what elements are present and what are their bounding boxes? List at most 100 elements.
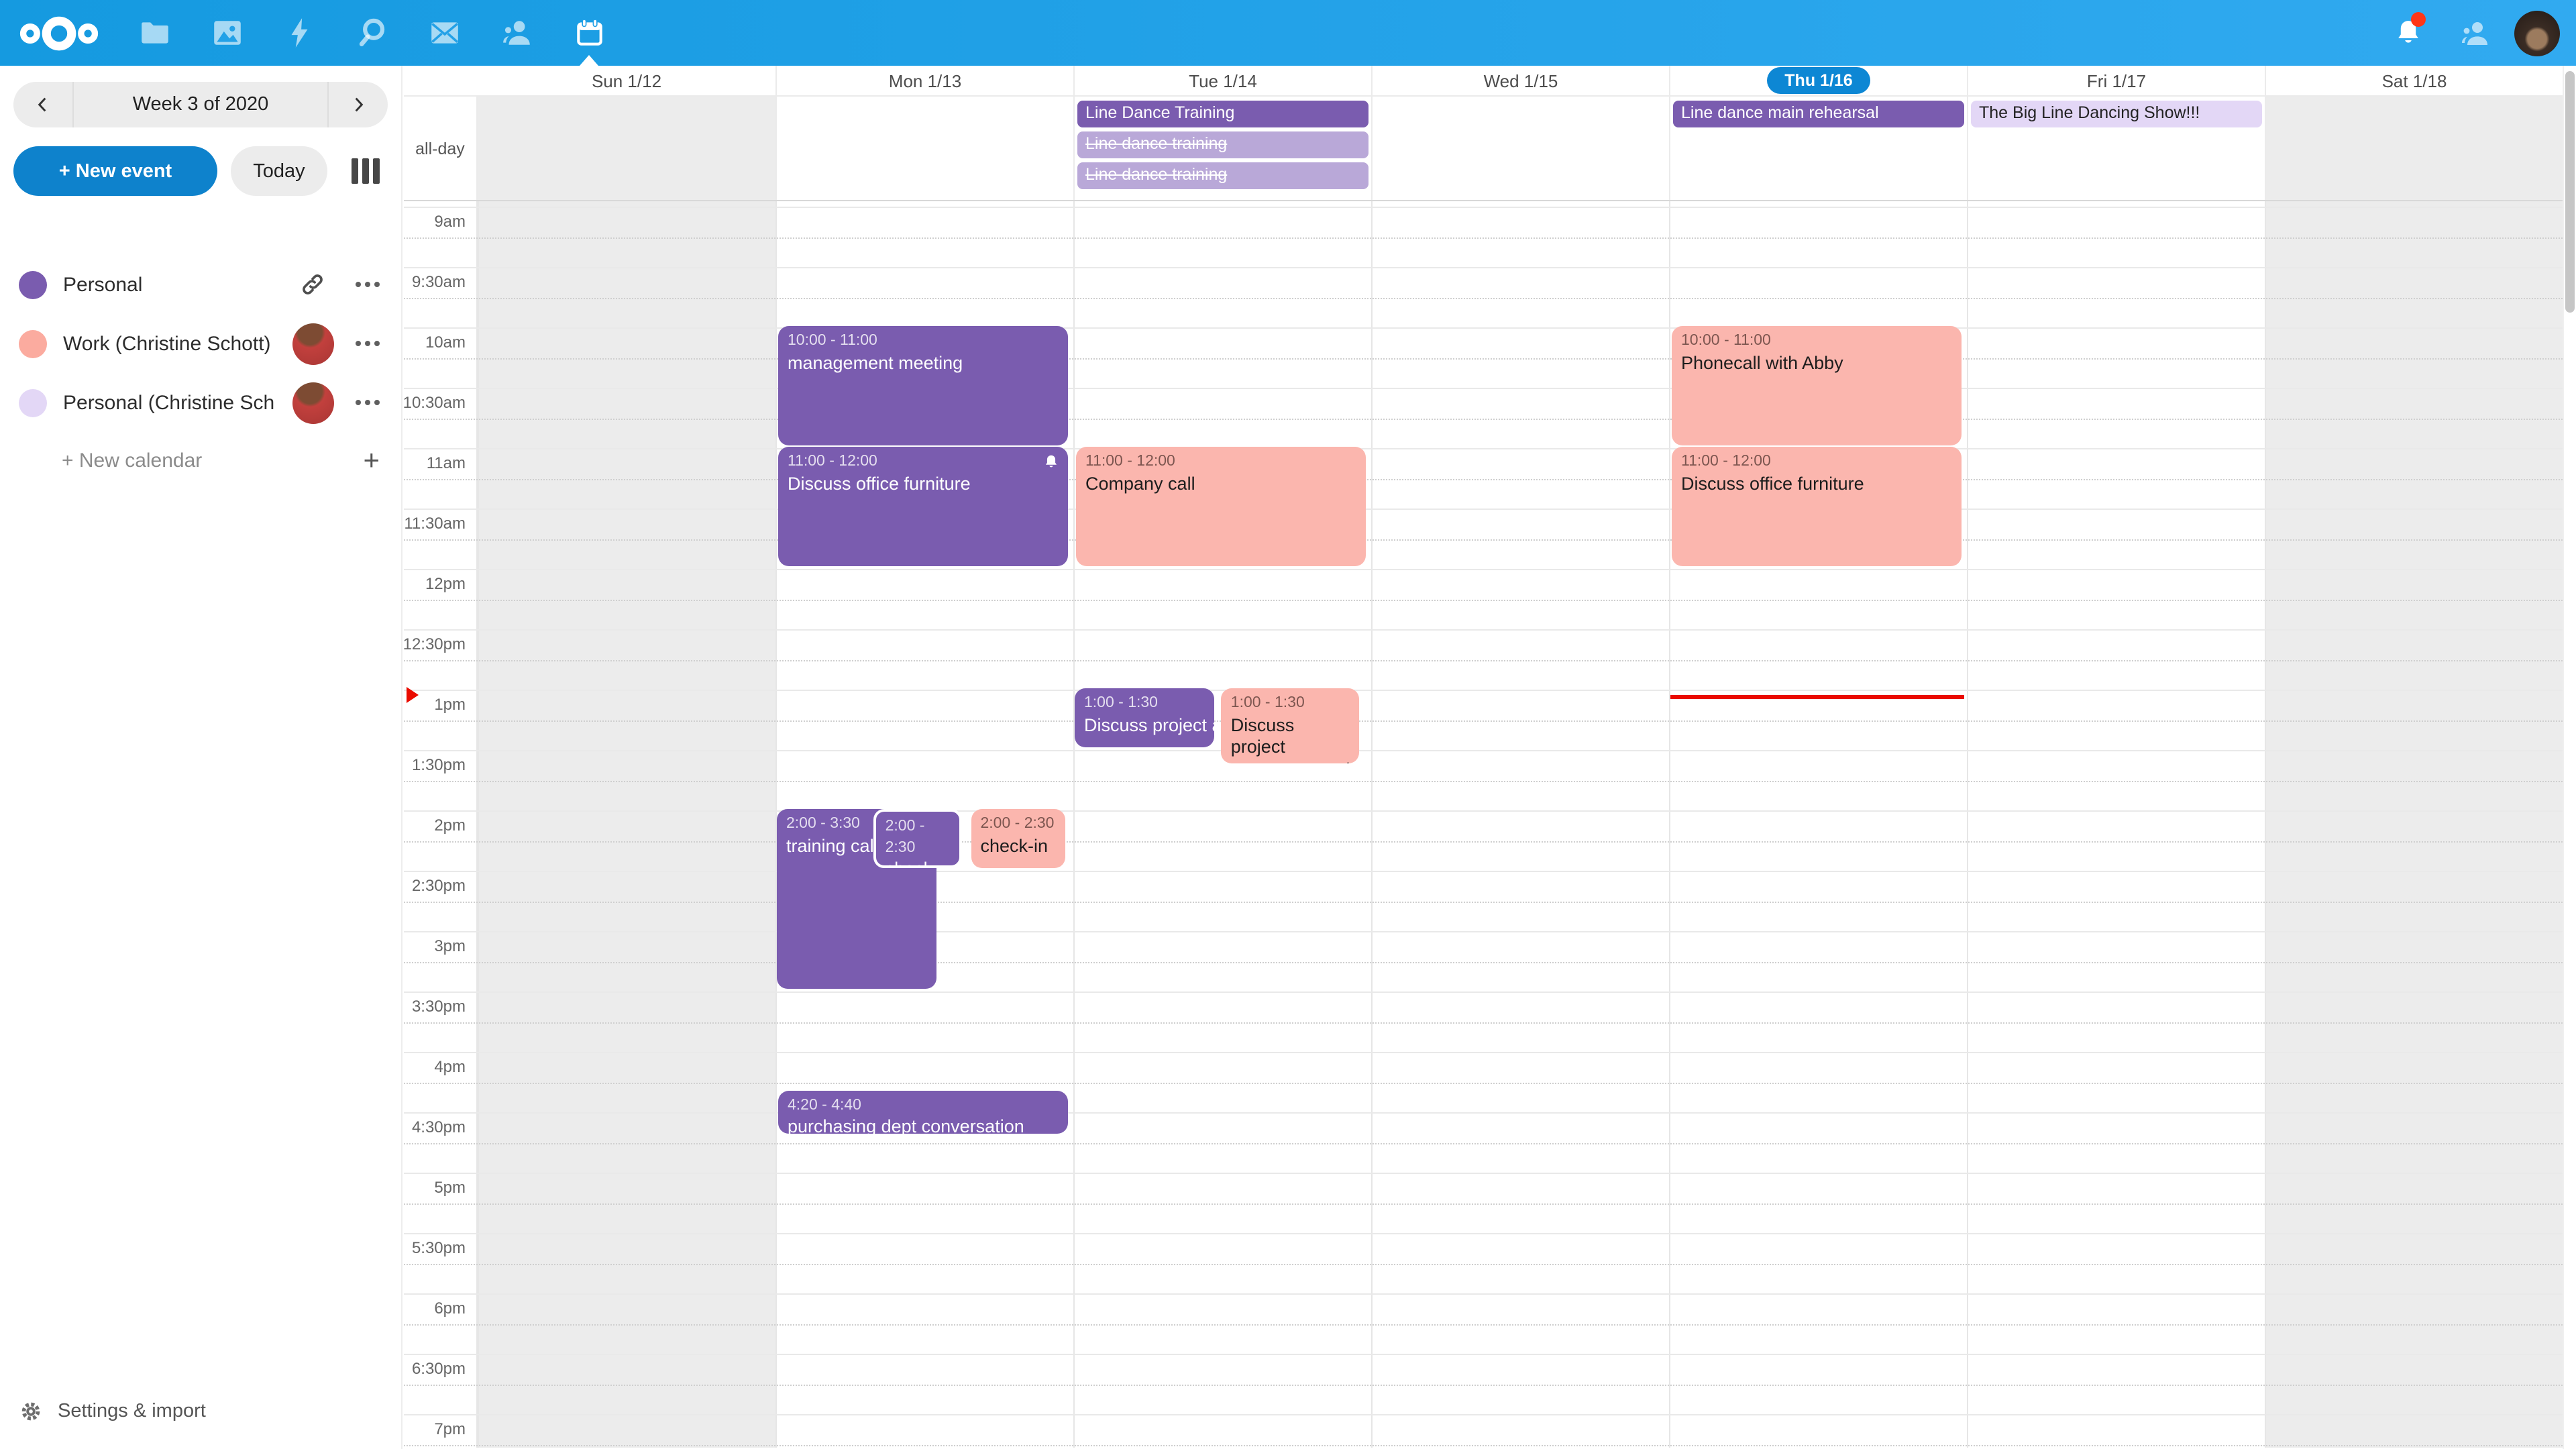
calendar-list-item[interactable]: Work (Christine Schott) [0, 314, 401, 373]
nextcloud-logo[interactable] [0, 13, 118, 53]
day-column[interactable] [1371, 201, 1669, 1448]
event[interactable]: 2:00 - 2:30check-in [971, 809, 1065, 868]
contacts-menu-button[interactable] [2442, 0, 2509, 66]
time-label: 1:30pm [412, 755, 466, 774]
notification-dot [2411, 12, 2426, 27]
photos-icon [210, 16, 244, 50]
week-label[interactable]: Week 3 of 2020 [72, 82, 329, 127]
time-label: 4pm [434, 1057, 466, 1076]
time-label: 7pm [434, 1419, 466, 1438]
time-label: 9am [434, 212, 466, 231]
event-time: 2:00 - 2:30 [885, 817, 951, 859]
user-avatar [2514, 10, 2560, 56]
next-week-button[interactable] [329, 82, 388, 127]
calendar-menu-button[interactable] [350, 400, 385, 405]
active-app-caret [580, 55, 598, 66]
event[interactable]: 4:20 - 4:40purchasing dept conversation [778, 1091, 1068, 1134]
today-day-pill[interactable]: Thu 1/16 [1767, 67, 1870, 94]
settings-import-button[interactable]: Settings & import [0, 1385, 401, 1438]
all-day-event[interactable]: Line Dance Training [1077, 101, 1368, 127]
event-title: management meeting [788, 352, 1059, 374]
app-activity[interactable] [263, 0, 335, 66]
calendar-name: Personal [63, 273, 275, 296]
event[interactable]: 1:00 - 1:30Discuss project announcement [1222, 688, 1360, 763]
day-column[interactable]: 11:00 - 12:00Company call 1:00 - 1:30Disc… [1073, 201, 1371, 1448]
event-time: 11:00 - 12:00 [788, 452, 1059, 473]
time-label: 11:30am [404, 514, 466, 533]
event-time: 4:20 - 4:40 [788, 1096, 1059, 1117]
day-column[interactable]: 10:00 - 11:00Phonecall with Abby11:00 - … [1669, 201, 1967, 1448]
day-header: Sun 1/12 [478, 66, 775, 95]
event[interactable]: 2:00 - 2:30check-in [873, 809, 963, 868]
vertical-scrollbar[interactable] [2563, 66, 2576, 1449]
contacts-icon [500, 16, 533, 50]
avatar [292, 382, 333, 423]
event[interactable]: 11:00 - 12:00Company call [1076, 447, 1366, 566]
event-time: 10:00 - 11:00 [1681, 331, 1952, 352]
app-contacts[interactable] [480, 0, 553, 66]
user-menu-button[interactable] [2509, 0, 2576, 66]
event-title: Discuss project announcement [1231, 714, 1350, 763]
calendar-menu-button[interactable] [350, 282, 385, 287]
event-time: 2:00 - 2:30 [981, 814, 1056, 835]
all-day-event[interactable]: Line dance training [1077, 131, 1368, 158]
all-day-cell [2265, 97, 2563, 200]
all-day-event[interactable]: Line dance main rehearsal [1673, 101, 1964, 127]
new-calendar-label: + New calendar [62, 449, 363, 472]
event-title: Discuss office furniture [1681, 473, 1952, 495]
event[interactable]: 10:00 - 11:00Phonecall with Abby [1672, 326, 1962, 445]
calendar-list-item[interactable]: Personal (Christine Scho... [0, 373, 401, 432]
time-gutter: 9am9:30am10am10:30am11am11:30am12pm12:30… [404, 201, 478, 1448]
event-title: check-in [981, 835, 1056, 857]
calendar-color-dot [19, 388, 47, 417]
view-columns-icon[interactable] [352, 158, 380, 184]
calendar-list-item[interactable]: Personal [0, 255, 401, 314]
event[interactable]: 11:00 - 12:00Discuss office furniture [778, 447, 1068, 566]
calendar-menu-button[interactable] [350, 341, 385, 346]
plus-icon: + [363, 446, 380, 474]
today-button[interactable]: Today [231, 146, 327, 196]
app-photos[interactable] [191, 0, 263, 66]
gear-icon [19, 1399, 43, 1424]
all-day-event[interactable]: The Big Line Dancing Show!!! [1971, 101, 2262, 127]
time-label: 2pm [434, 816, 466, 835]
all-day-row: all-dayLine Dance TrainingLine dance tra… [404, 97, 2563, 201]
chevron-left-icon [32, 94, 54, 115]
action-row: + New event Today [13, 146, 388, 196]
share-link-icon[interactable] [291, 263, 334, 306]
previous-week-button[interactable] [13, 82, 72, 127]
time-label: 9:30am [412, 272, 466, 291]
new-calendar-button[interactable]: + New calendar+ [0, 432, 401, 488]
day-header: Fri 1/17 [1967, 66, 2265, 95]
calendar-color-dot [19, 329, 47, 358]
day-header: Mon 1/13 [775, 66, 1073, 95]
scrollbar-thumb[interactable] [2565, 71, 2575, 313]
app-search[interactable] [335, 0, 408, 66]
event-title: Discuss office furniture [788, 473, 1059, 495]
day-column[interactable] [2265, 201, 2563, 1448]
event-time: 11:00 - 12:00 [1681, 452, 1952, 473]
calendar-name: Work (Christine Schott) [63, 332, 275, 355]
app-calendar[interactable] [553, 0, 625, 66]
new-event-button[interactable]: + New event [13, 146, 217, 196]
app-files[interactable] [118, 0, 191, 66]
event[interactable]: 1:00 - 1:30Discuss project announcement [1075, 688, 1214, 747]
current-time-arrow [407, 687, 419, 703]
settings-import-label: Settings & import [58, 1401, 206, 1422]
event[interactable]: 11:00 - 12:00Discuss office furniture [1672, 447, 1962, 566]
notifications-button[interactable] [2375, 0, 2442, 66]
time-grid: 9am9:30am10am10:30am11am11:30am12pm12:30… [404, 201, 2563, 1448]
day-column[interactable]: 10:00 - 11:00management meeting11:00 - 1… [775, 201, 1073, 1448]
event[interactable]: 10:00 - 11:00management meeting [778, 326, 1068, 445]
chevron-right-icon [347, 94, 369, 115]
event-title: Company call [1085, 473, 1356, 495]
app-mail[interactable] [408, 0, 480, 66]
day-column[interactable] [1967, 201, 2265, 1448]
alarm-bell-icon [1042, 453, 1060, 471]
time-label: 2:30pm [412, 876, 466, 895]
day-column[interactable] [478, 201, 775, 1448]
day-header-row: Sun 1/12Mon 1/13Tue 1/14Wed 1/15Thu 1/16… [404, 66, 2563, 97]
all-day-event[interactable]: Line dance training [1077, 162, 1368, 189]
sidebar: Week 3 of 2020 + New event Today Persona… [0, 66, 402, 1449]
nextcloud-logo-icon [17, 13, 101, 53]
